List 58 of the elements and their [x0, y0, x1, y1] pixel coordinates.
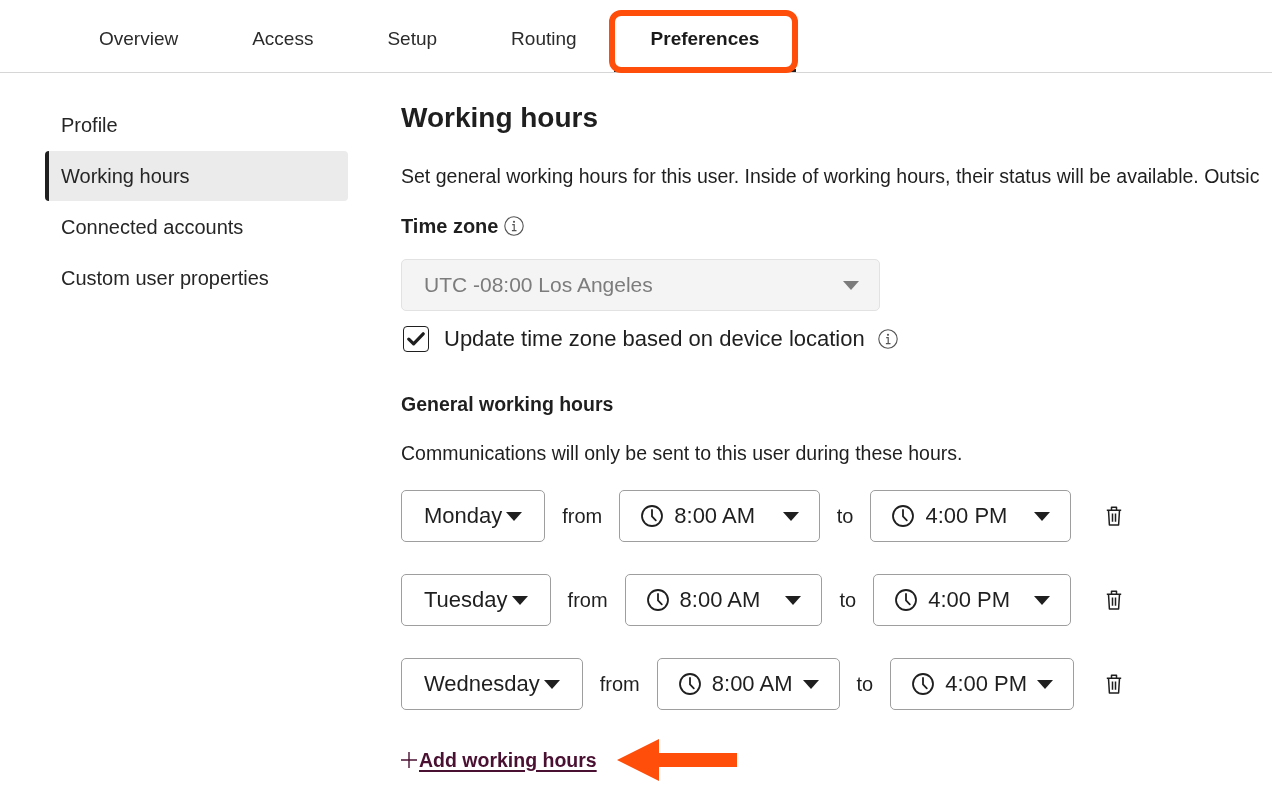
description-text: Set general working hours for this user. Inside of working hours, their status will be available. Outsic — [401, 164, 1260, 189]
caret-icon — [543, 679, 560, 689]
checkbox-label: Update time zone based on device location — [444, 326, 865, 352]
caret-icon — [506, 511, 523, 521]
trash-icon — [1106, 590, 1122, 610]
sidebar-item[interactable]: Working hours — [45, 151, 348, 201]
day-select[interactable]: Monday — [401, 490, 546, 542]
end-time-select[interactable]: 4:00 PM — [890, 658, 1075, 710]
info-icon[interactable] — [877, 329, 898, 349]
end-time-select[interactable]: 4:00 PM — [870, 490, 1071, 542]
from-label: from — [567, 588, 608, 612]
tab[interactable]: Overview — [62, 0, 216, 72]
checkbox[interactable] — [403, 326, 429, 352]
delete-button[interactable] — [1106, 506, 1122, 526]
caret-icon — [1037, 679, 1054, 689]
trash-icon — [1106, 506, 1122, 526]
delete-button[interactable] — [1106, 590, 1122, 610]
clock-icon — [646, 589, 669, 611]
caret-icon — [843, 280, 859, 290]
clock-icon — [678, 673, 701, 695]
description-text: Communications will only be sent to this user during these hours. — [401, 441, 963, 466]
from-label: from — [562, 504, 603, 528]
caret-icon — [1034, 511, 1050, 521]
clock-icon — [912, 673, 935, 695]
caret-icon — [802, 679, 819, 689]
plus-icon — [401, 752, 417, 768]
clock-icon — [641, 505, 664, 527]
tab[interactable]: Access — [215, 0, 351, 72]
to-label: to — [839, 588, 857, 612]
caret-icon — [1034, 595, 1050, 605]
to-label: to — [836, 504, 854, 528]
end-time-select[interactable]: 4:00 PM — [873, 574, 1071, 626]
trash-icon — [1106, 674, 1122, 694]
section-subtitle: General working hours — [401, 392, 614, 417]
from-label: from — [599, 672, 640, 696]
checkmark-icon — [407, 332, 425, 346]
to-label: to — [856, 672, 874, 696]
info-icon[interactable] — [504, 216, 525, 236]
tab[interactable]: Preferences — [613, 0, 797, 72]
tab[interactable]: Setup — [350, 0, 475, 72]
tab[interactable]: Routing — [474, 0, 614, 72]
caret-icon — [511, 595, 528, 605]
start-time-select[interactable]: 8:00 AM — [619, 490, 820, 542]
day-select[interactable]: Tuesday — [401, 574, 551, 626]
start-time-select[interactable]: 8:00 AM — [624, 574, 823, 626]
sidebar-item[interactable]: Custom user properties — [45, 253, 348, 303]
start-time-select[interactable]: 8:00 AM — [656, 658, 840, 710]
add-working-hours-link[interactable]: Add working hours — [401, 748, 597, 772]
sidebar-item[interactable]: Profile — [45, 100, 348, 150]
clock-icon — [892, 505, 915, 527]
field-label: Time zone — [401, 214, 499, 239]
caret-icon — [785, 595, 802, 605]
section-title: Working hours — [401, 102, 599, 134]
caret-icon — [782, 511, 799, 521]
day-select[interactable]: Wednesday — [401, 658, 583, 710]
clock-icon — [895, 589, 918, 611]
sidebar-item[interactable]: Connected accounts — [45, 202, 348, 252]
delete-button[interactable] — [1106, 674, 1122, 694]
